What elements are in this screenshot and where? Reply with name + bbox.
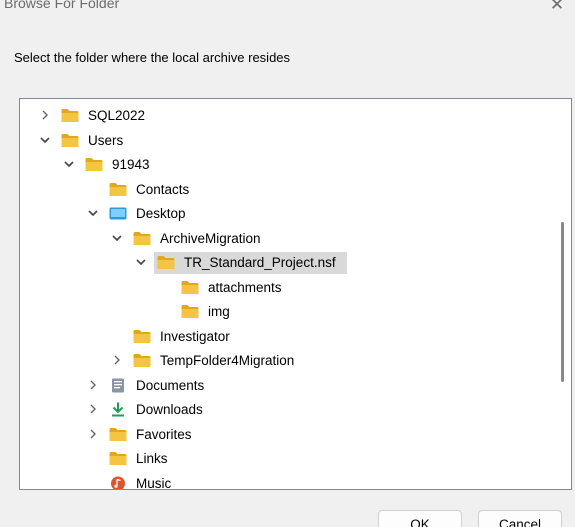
tree-item-label: attachments xyxy=(208,279,282,295)
tree-item-label: Favorites xyxy=(136,426,192,442)
tree-item-label: ArchiveMigration xyxy=(160,230,261,246)
tree-item-label: Music xyxy=(136,475,172,490)
tree-item-label: SQL2022 xyxy=(88,108,146,123)
folder-icon xyxy=(133,329,151,344)
music-icon xyxy=(109,476,127,489)
close-button[interactable]: ✕ xyxy=(545,0,569,16)
title-bar: Browse For Folder ✕ xyxy=(0,0,575,28)
tree-item-label: Investigator xyxy=(160,328,230,344)
tree-item[interactable]: Documents xyxy=(20,374,551,398)
tree-item-label: Links xyxy=(136,451,168,466)
tree-item-label: 91943 xyxy=(112,157,150,172)
scrollbar-thumb[interactable] xyxy=(561,222,564,382)
chevron-right-icon[interactable] xyxy=(38,109,52,123)
folder-icon xyxy=(109,451,127,466)
folder-icon xyxy=(181,304,199,319)
tree-item[interactable]: Investigator xyxy=(20,325,551,349)
folder-icon xyxy=(61,108,79,123)
chevron-down-icon[interactable] xyxy=(38,134,52,148)
tree-item-label: img xyxy=(208,304,230,319)
tree-item[interactable]: 91943 xyxy=(20,153,551,177)
tree-item[interactable]: Music xyxy=(20,472,551,490)
chevron-down-icon[interactable] xyxy=(86,207,100,221)
tree-item[interactable]: Desktop xyxy=(20,202,551,226)
tree-item-label: TempFolder4Migration xyxy=(160,353,295,368)
tree-item-label: Desktop xyxy=(136,206,186,221)
tree-item-label: Contacts xyxy=(136,181,190,197)
folder-tree[interactable]: SQL2022 Users 91943 Contacts Desktop ArchiveM… xyxy=(19,98,572,490)
tree-item[interactable]: TempFolder4Migration xyxy=(20,349,551,373)
cancel-button[interactable]: Cancel xyxy=(478,510,562,527)
tree-item[interactable]: SQL2022 xyxy=(20,104,551,128)
folder-icon xyxy=(61,133,79,148)
tree-item[interactable]: TR_Standard_Project.nsf xyxy=(20,251,551,275)
tree-item-label: TR_Standard_Project.nsf xyxy=(184,255,336,270)
chevron-down-icon[interactable] xyxy=(134,256,148,270)
chevron-right-icon[interactable] xyxy=(86,428,100,442)
documents-icon xyxy=(109,378,127,393)
chevron-right-icon[interactable] xyxy=(86,403,100,417)
chevron-down-icon[interactable] xyxy=(110,232,124,246)
tree-item[interactable]: Contacts xyxy=(20,178,551,202)
folder-icon xyxy=(133,353,151,368)
instruction-text: Select the folder where the local archiv… xyxy=(14,50,291,65)
tree-item[interactable]: Links xyxy=(20,447,551,471)
folder-icon xyxy=(85,157,103,172)
folder-icon xyxy=(181,280,199,295)
tree-item-label: Documents xyxy=(136,377,205,393)
tree-item[interactable]: img xyxy=(20,300,551,324)
tree-item[interactable]: ArchiveMigration xyxy=(20,227,551,251)
folder-icon xyxy=(109,427,127,442)
folder-icon xyxy=(109,182,127,197)
tree-item[interactable]: Downloads xyxy=(20,398,551,422)
tree-item-label: Downloads xyxy=(136,402,203,417)
tree-item[interactable]: attachments xyxy=(20,276,551,300)
tree-item[interactable]: Favorites xyxy=(20,423,551,447)
ok-button[interactable]: OK xyxy=(378,510,462,527)
tree-item[interactable]: Users xyxy=(20,129,551,153)
folder-icon xyxy=(133,231,151,246)
chevron-right-icon[interactable] xyxy=(86,379,100,393)
folder-icon xyxy=(157,255,175,270)
chevron-down-icon[interactable] xyxy=(62,158,76,172)
window-title: Browse For Folder xyxy=(4,0,120,11)
chevron-right-icon[interactable] xyxy=(110,354,124,368)
tree-item-label: Users xyxy=(88,132,124,148)
download-icon xyxy=(109,402,127,417)
tree-scrollbar[interactable] xyxy=(555,99,569,489)
desktop-folder-icon xyxy=(109,206,127,221)
